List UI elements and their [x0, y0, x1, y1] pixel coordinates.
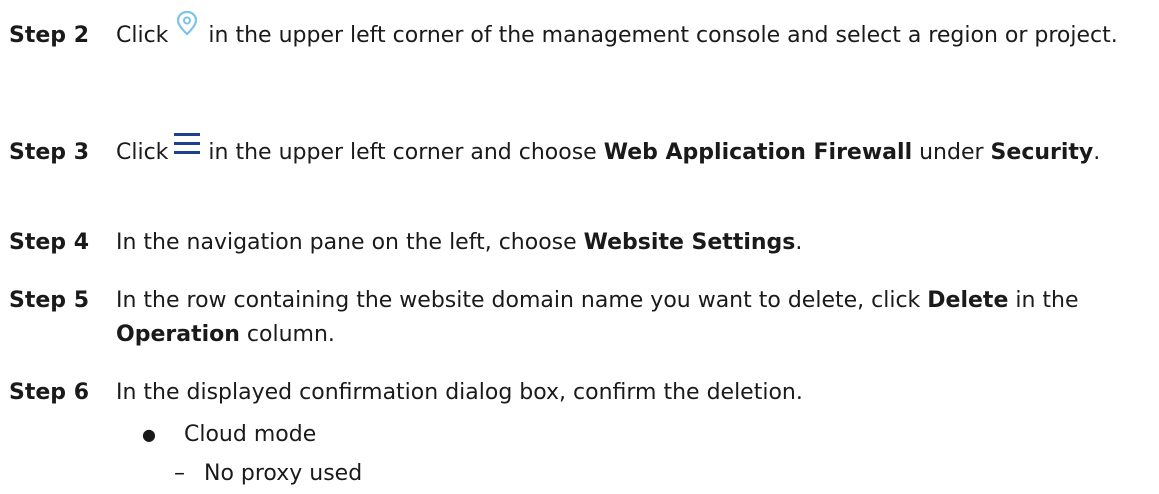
step-text-click: Click: [116, 140, 169, 165]
step-text-rest: in the upper left corner and choose: [208, 140, 597, 165]
bold-term: Security: [990, 140, 1094, 165]
bold-term: Operation: [116, 322, 240, 347]
step-text-mid: in the: [1015, 288, 1079, 313]
bullet-dot-icon: ●: [142, 425, 156, 444]
step-text-body: In the navigation pane on the left, choo…: [116, 230, 577, 255]
menu-icon: [172, 130, 202, 158]
step-label: Step 3: [9, 140, 89, 165]
bold-term: Delete: [927, 288, 1009, 313]
step-text-rest: in the upper left corner of the manageme…: [208, 23, 1118, 48]
step-2-text: Click in the upper left corner of the man…: [116, 10, 1154, 53]
step-text-end: .: [1093, 140, 1101, 165]
step-text-mid: under: [919, 140, 984, 165]
step-label: Step 6: [9, 380, 89, 405]
step-4-text: In the navigation pane on the left, choo…: [116, 226, 1154, 260]
bullet-text: Cloud mode: [184, 422, 317, 447]
step-label: Step 2: [9, 23, 89, 48]
step-text-click: Click: [116, 23, 169, 48]
step-6-text: In the displayed confirmation dialog box…: [116, 376, 1154, 410]
step-text-body: In the row containing the website domain…: [116, 288, 921, 313]
location-pin-icon: [172, 9, 202, 37]
bold-term: Web Application Firewall: [603, 140, 913, 165]
step-label: Step 4: [9, 230, 89, 255]
dash-marker-icon: –: [174, 461, 185, 486]
sub-bullet-text: No proxy used: [204, 461, 363, 486]
step-3-text: Click in the upper left corner and choose…: [116, 133, 1154, 170]
bold-term: Website Settings: [583, 230, 796, 255]
step-text-body: In the displayed confirmation dialog box…: [116, 380, 803, 405]
step-text-end: .: [795, 230, 803, 255]
step-label: Step 5: [9, 288, 89, 313]
step-5-text: In the row containing the website domain…: [116, 284, 1154, 352]
step-text-end: column.: [246, 322, 335, 347]
